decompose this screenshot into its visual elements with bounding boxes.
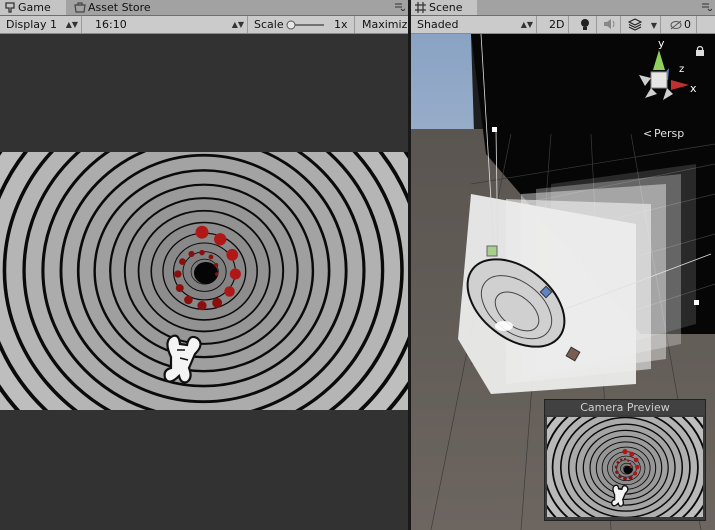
letterbox-top <box>0 34 408 152</box>
gizmo-x-label: x <box>690 82 697 95</box>
red-orb <box>623 458 627 461</box>
game-toolbar: Display 1 ▲▼ 16:10 ▲▼ Scale 1x Maximize <box>0 16 408 34</box>
red-orb <box>214 262 219 268</box>
panel-menu-icon[interactable] <box>395 3 405 11</box>
red-orb <box>628 475 633 480</box>
tab-asset-store[interactable]: Asset Store <box>70 0 165 15</box>
scene-toolbar: Shaded ▲▼ 2D ▼ 0 <box>411 16 715 34</box>
projection-toggle[interactable]: < Persp <box>643 127 684 140</box>
tab-scene[interactable]: Scene <box>411 0 477 15</box>
red-orb <box>212 297 223 308</box>
red-orb <box>616 461 620 464</box>
player-gizmo[interactable] <box>495 321 513 331</box>
gizmo-y-label: y <box>658 37 665 50</box>
scene-tabbar: Scene <box>411 0 715 16</box>
tunnel-rings <box>0 152 408 410</box>
red-orb <box>229 268 241 280</box>
svg-text:<: < <box>643 127 652 140</box>
scale-control: Scale 1x <box>248 16 355 33</box>
hidden-objects-toggle[interactable]: 0 <box>667 16 697 33</box>
red-orb <box>175 284 184 293</box>
red-orb <box>622 449 628 455</box>
red-orb <box>224 286 235 297</box>
green-cube[interactable] <box>486 245 498 257</box>
red-orb <box>615 470 619 474</box>
maximize-on-play-button[interactable]: Maximize <box>356 16 408 33</box>
scale-label: Scale <box>254 18 284 31</box>
hidden-objects-count: 0 <box>684 18 691 31</box>
tab-game-label: Game <box>18 1 51 14</box>
chevron-updown-icon: ▲▼ <box>65 20 78 29</box>
red-orb <box>629 466 632 468</box>
lighting-toggle[interactable] <box>575 16 597 33</box>
chevron-updown-icon: ▲▼ <box>520 20 533 29</box>
effects-dropdown[interactable]: ▼ <box>623 16 661 33</box>
game-tab-icon <box>5 2 15 13</box>
red-orb <box>199 249 205 256</box>
scale-value: 1x <box>334 18 348 31</box>
audio-icon <box>604 19 615 29</box>
red-orb <box>619 458 623 461</box>
red-orb <box>215 272 219 276</box>
red-orb <box>627 459 630 462</box>
red-orb <box>188 250 195 258</box>
red-orb <box>197 300 207 311</box>
shading-mode-dropdown[interactable]: Shaded ▲▼ <box>411 16 537 33</box>
hidden-objects-icon <box>670 20 682 30</box>
red-orb <box>195 225 209 239</box>
red-orb <box>633 471 638 476</box>
frustum-handle[interactable] <box>694 300 699 305</box>
red-orb <box>633 457 639 463</box>
red-orb <box>614 465 618 469</box>
display-dropdown-label: Display 1 <box>6 18 58 31</box>
chevron-updown-icon: ▲▼ <box>231 20 244 29</box>
red-orb <box>184 295 193 305</box>
shading-mode-label: Shaded <box>417 18 459 31</box>
game-render <box>0 152 408 410</box>
red-orb <box>618 474 622 479</box>
camera-preview: Camera Preview <box>544 399 706 521</box>
red-orb <box>208 254 214 260</box>
frustum-handle[interactable] <box>492 127 497 132</box>
preview-tunnel-rings <box>547 417 703 517</box>
audio-toggle[interactable] <box>599 16 621 33</box>
effects-icon <box>627 18 643 31</box>
aspect-dropdown-label: 16:10 <box>95 18 127 31</box>
red-orb <box>629 451 635 457</box>
chevron-down-icon: ▼ <box>650 21 657 30</box>
gizmo-z-label: z <box>679 64 684 75</box>
red-orb <box>179 258 186 265</box>
letterbox-bottom <box>0 410 408 530</box>
tab-scene-label: Scene <box>429 1 463 14</box>
scale-slider-icon[interactable] <box>286 20 326 30</box>
game-view[interactable] <box>0 34 408 530</box>
asset-store-icon <box>74 2 86 13</box>
camera-preview-image <box>547 417 703 517</box>
camera-preview-title: Camera Preview <box>545 400 705 415</box>
toggle-2d-button[interactable]: 2D <box>543 16 569 33</box>
panel-menu-icon[interactable] <box>702 3 712 11</box>
maximize-label: Maximize <box>362 18 408 31</box>
red-orb <box>226 248 239 261</box>
aspect-dropdown[interactable]: 16:10 ▲▼ <box>89 16 248 33</box>
red-orb <box>629 462 632 465</box>
light-icon <box>581 19 589 30</box>
tab-asset-store-label: Asset Store <box>88 1 151 14</box>
red-orb <box>623 476 627 481</box>
game-tabbar: Game Asset Store <box>0 0 408 16</box>
display-dropdown[interactable]: Display 1 ▲▼ <box>0 16 82 33</box>
tab-game[interactable]: Game <box>0 0 66 15</box>
toggle-2d-label: 2D <box>549 18 565 31</box>
projection-label: Persp <box>654 127 684 140</box>
game-panel: Game Asset Store Display 1 ▲▼ 16:10 ▲▼ Sca… <box>0 0 408 530</box>
scene-tab-icon <box>415 2 426 13</box>
red-orb <box>214 233 227 246</box>
red-orb <box>635 464 640 470</box>
red-orb <box>174 270 182 278</box>
